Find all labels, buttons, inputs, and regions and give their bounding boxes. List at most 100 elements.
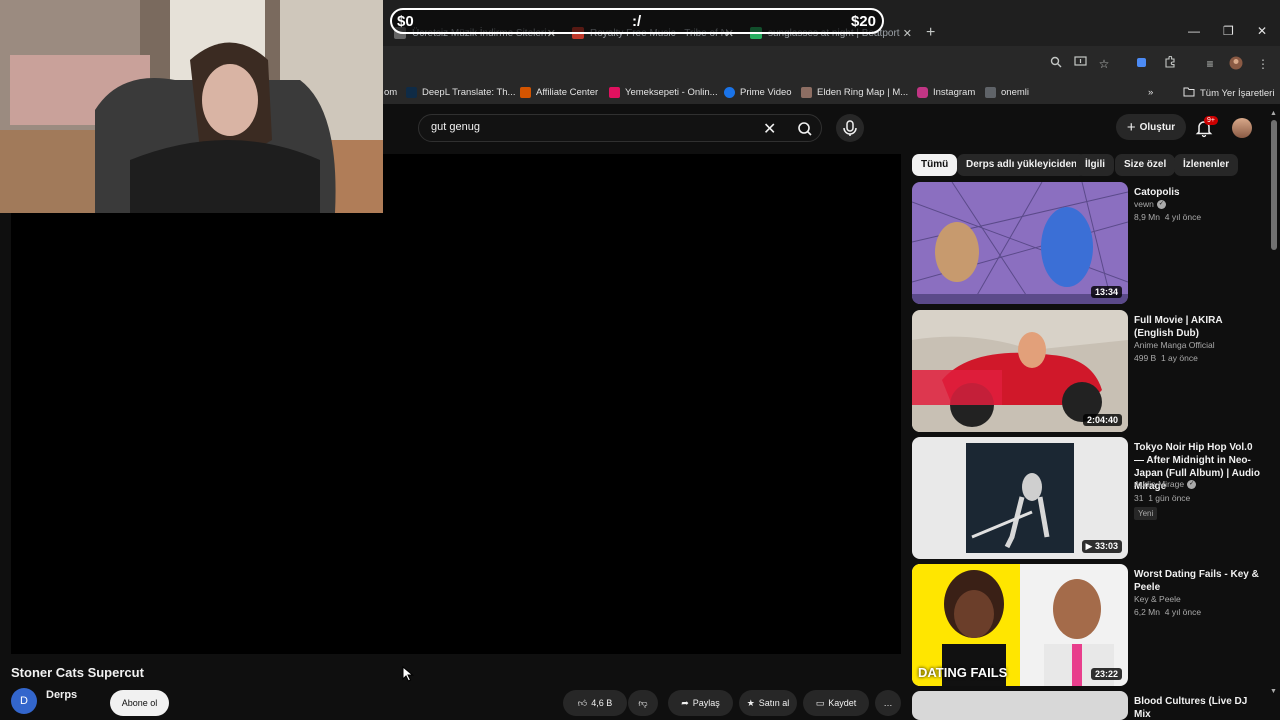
video-duration: 23:22	[1090, 668, 1122, 680]
save-icon: ▭	[815, 697, 825, 708]
verified-check-icon: ✓	[1156, 199, 1166, 209]
profile-avatar-icon[interactable]	[1228, 56, 1244, 72]
account-avatar[interactable]	[1232, 118, 1252, 138]
more-actions-button[interactable]: …	[875, 690, 901, 716]
video-duration: 13:34	[1090, 286, 1122, 298]
view-count: 499 B	[1134, 353, 1157, 363]
webcam-overlay	[0, 0, 383, 213]
video-thumbnail[interactable]	[912, 691, 1128, 720]
video-thumbnail[interactable]: ▶︎ 33:03	[912, 437, 1128, 559]
video-meta: 6,2 Mn 4 yıl önce	[1134, 607, 1201, 617]
page-scrollbar[interactable]: ▲ ▼	[1270, 110, 1278, 720]
scroll-thumb[interactable]	[1271, 120, 1277, 250]
puzzle-extensions-icon[interactable]	[1162, 55, 1178, 72]
scroll-down-icon[interactable]: ▼	[1270, 688, 1277, 695]
clear-search-icon[interactable]: ✕	[763, 119, 776, 139]
elden-ring-icon	[801, 87, 812, 98]
share-icon: ➦	[681, 697, 689, 708]
thumbs-up-icon: 👍︎	[577, 697, 588, 708]
folder-icon	[1183, 87, 1195, 100]
recommendation-item[interactable]: Blood Cultures (Live DJ Mix	[912, 691, 1262, 720]
like-button[interactable]: 👍︎ 4,6 B	[563, 690, 627, 716]
window-close-icon[interactable]: ✕	[1257, 24, 1267, 38]
bookmark-item[interactable]: Instagram	[917, 87, 975, 98]
buy-button[interactable]: ★ Satın al	[739, 690, 797, 716]
bookmark-star-icon[interactable]: ☆	[1096, 56, 1112, 72]
recommendation-item[interactable]: DATING FAILS 23:22 Worst Dating Fails - …	[912, 564, 1262, 686]
video-title[interactable]: Catopolis	[1134, 186, 1260, 199]
chip-for-you[interactable]: Size özel	[1115, 154, 1176, 176]
dislike-button[interactable]: 👎︎	[628, 690, 658, 716]
channel-name[interactable]: vewn ✓	[1134, 199, 1166, 209]
voice-search-button[interactable]	[836, 114, 864, 142]
channel-name[interactable]: Derps	[46, 689, 77, 701]
bookmark-label: om	[384, 87, 398, 98]
save-button[interactable]: ▭ Kaydet	[803, 690, 869, 716]
bookmarks-overflow-button[interactable]: »	[1148, 87, 1153, 98]
bookmark-item[interactable]: Prime Video	[724, 87, 792, 98]
upload-age: 1 gün önce	[1148, 493, 1191, 503]
zoom-icon[interactable]	[1048, 56, 1064, 72]
channel-name[interactable]: Key & Peele	[1134, 594, 1181, 604]
bag-icon: ★	[746, 697, 755, 708]
bookmark-item[interactable]: DeepL Translate: Th...	[406, 87, 515, 98]
verified-check-icon: ✓	[1187, 479, 1197, 489]
chip-from-uploader[interactable]: Derps adlı yükleyiciden	[957, 154, 1087, 176]
video-title[interactable]: Full Movie | AKIRA (English Dub)	[1134, 314, 1260, 340]
video-player[interactable]	[11, 154, 901, 654]
video-duration: 2:04:40	[1082, 414, 1122, 426]
bookmark-item[interactable]: Yemeksepeti - Onlin...	[609, 87, 718, 98]
bookmark-label: Instagram	[933, 87, 976, 98]
channel-label: vewn	[1134, 199, 1154, 209]
minimize-icon[interactable]: —	[1188, 24, 1200, 38]
all-bookmarks-button[interactable]: Tüm Yer İşaretleri	[1183, 87, 1274, 100]
video-meta: 31 1 gün önce	[1134, 493, 1190, 503]
view-count: 6,2 Mn	[1134, 607, 1160, 617]
channel-avatar[interactable]: D	[11, 688, 37, 714]
create-button[interactable]: + Oluştur	[1116, 114, 1186, 140]
chip-watched[interactable]: İzlenenler	[1174, 154, 1239, 176]
channel-name[interactable]: Anime Manga Official	[1134, 340, 1215, 350]
upload-age: 4 yıl önce	[1164, 212, 1202, 222]
microphone-icon	[843, 120, 857, 136]
restore-icon[interactable]: ❐	[1223, 24, 1234, 38]
video-title[interactable]: Worst Dating Fails - Key & Peele	[1134, 568, 1260, 594]
notification-badge: 9+	[1204, 116, 1218, 125]
prime-video-icon	[724, 87, 735, 98]
recommendation-item[interactable]: ▶︎ 33:03 Tokyo Noir Hip Hop Vol.0 — Afte…	[912, 437, 1262, 559]
search-button[interactable]	[791, 119, 819, 139]
bookmark-item[interactable]: onemli	[985, 87, 1029, 98]
subscribe-button[interactable]: Abone ol	[110, 690, 169, 716]
search-input[interactable]	[431, 121, 751, 133]
bookmark-label: Elden Ring Map | M...	[817, 87, 909, 98]
recommendation-item[interactable]: 13:34 Catopolis vewn ✓ 8,9 Mn 4 yıl önce	[912, 182, 1262, 304]
chip-related[interactable]: İlgili	[1076, 154, 1114, 176]
recommendation-item[interactable]: 2:04:40 Full Movie | AKIRA (English Dub)…	[912, 310, 1262, 432]
onemli-icon	[985, 87, 996, 98]
chip-all[interactable]: Tümü	[912, 154, 958, 176]
share-label: Paylaş	[692, 698, 720, 708]
bookmark-label: onemli	[1001, 87, 1029, 98]
video-title[interactable]: Blood Cultures (Live DJ Mix	[1134, 695, 1260, 720]
scroll-up-icon[interactable]: ▲	[1270, 110, 1277, 117]
upload-age: 1 ay önce	[1160, 353, 1198, 363]
new-badge: Yeni	[1134, 507, 1158, 520]
bookmark-label: DeepL Translate: Th...	[422, 87, 516, 98]
bookmark-item[interactable]: om	[384, 87, 397, 98]
extension-icon[interactable]	[1134, 56, 1150, 72]
share-button[interactable]: ➦ Paylaş	[668, 690, 733, 716]
bookmark-item[interactable]: Affiliate Center	[520, 87, 598, 98]
video-thumbnail[interactable]: 2:04:40	[912, 310, 1128, 432]
install-app-icon[interactable]	[1072, 56, 1088, 72]
browser-menu-icon[interactable]: ⋮	[1255, 56, 1271, 72]
more-horizontal-icon: …	[883, 698, 893, 708]
video-thumbnail[interactable]: 13:34	[912, 182, 1128, 304]
new-tab-button[interactable]: +	[926, 24, 935, 42]
media-control-icon[interactable]: ≡	[1202, 56, 1218, 72]
tab-close-icon[interactable]: ✕	[903, 27, 912, 40]
channel-name[interactable]: Audio Mirage ✓	[1134, 479, 1197, 489]
video-thumbnail[interactable]: DATING FAILS 23:22	[912, 564, 1128, 686]
bookmark-item[interactable]: Elden Ring Map | M...	[801, 87, 908, 98]
save-label: Kaydet	[828, 698, 857, 708]
view-count: 31	[1134, 493, 1144, 503]
